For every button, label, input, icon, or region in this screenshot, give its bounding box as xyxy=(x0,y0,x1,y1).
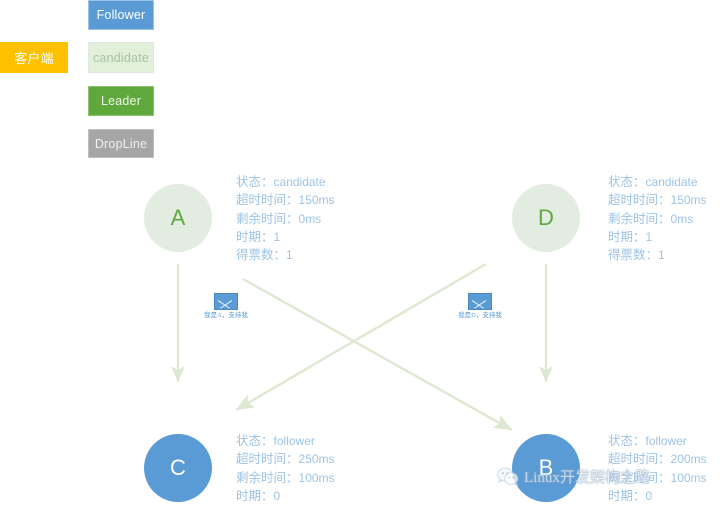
info-a-term-value: 1 xyxy=(273,229,281,244)
info-d-votes-key: 得票数： xyxy=(608,248,659,263)
info-b-timeout: 超时时间：200ms xyxy=(608,450,707,468)
info-c-timeout-value: 250ms xyxy=(298,452,335,467)
info-panel-d: 状态：candidate 超时时间：150ms 剩余时间：0ms 时期：1 得票… xyxy=(608,173,707,264)
node-a-label: A xyxy=(170,205,186,230)
info-panel-b: 状态：follower 超时时间：200ms 剩余时间：100ms 时期：0 xyxy=(608,432,707,505)
info-a-timeout: 超时时间：150ms xyxy=(236,191,335,209)
info-b-remain: 剩余时间：100ms xyxy=(608,469,707,487)
info-b-timeout-value: 200ms xyxy=(670,452,707,467)
diagram-canvas: 客户端 Follower candidate Leader DropLine A… xyxy=(0,0,720,510)
info-a-term-key: 时期： xyxy=(236,229,274,244)
message-marker-a: 我是A，支持我 xyxy=(196,293,256,320)
info-d-state-key: 状态： xyxy=(608,175,646,189)
info-d-timeout-value: 150ms xyxy=(670,193,707,208)
message-marker-d: 我是D，支持我 xyxy=(450,293,510,320)
envelope-icon xyxy=(214,293,238,310)
node-a[interactable]: A xyxy=(144,184,212,252)
info-c-remain: 剩余时间：100ms xyxy=(236,469,335,487)
info-a-timeout-value: 150ms xyxy=(298,193,335,208)
envelope-icon xyxy=(468,293,492,310)
node-d-label: D xyxy=(538,205,554,230)
info-a-state-value: candidate xyxy=(273,175,326,189)
info-d-votes-value: 1 xyxy=(658,248,665,263)
info-b-term-key: 时期： xyxy=(608,488,646,503)
info-a-state-key: 状态： xyxy=(236,175,274,189)
node-c-label: C xyxy=(170,455,186,480)
info-d-votes: 得票数：1 xyxy=(608,246,707,264)
info-c-state-key: 状态： xyxy=(236,434,274,448)
info-d-timeout: 超时时间：150ms xyxy=(608,191,707,209)
info-d-remain-value: 0ms xyxy=(670,211,694,226)
info-c-remain-value: 100ms xyxy=(298,470,335,485)
info-d-term: 时期：1 xyxy=(608,228,707,246)
info-d-state-value: candidate xyxy=(645,175,698,189)
info-a-term: 时期：1 xyxy=(236,228,335,246)
info-a-remain-key: 剩余时间： xyxy=(236,211,299,226)
info-b-term-value: 0 xyxy=(645,488,653,503)
node-b[interactable]: B xyxy=(512,434,580,502)
arrow-d-to-c xyxy=(235,262,487,412)
node-c[interactable]: C xyxy=(144,434,212,502)
info-c-term-value: 0 xyxy=(273,488,281,503)
info-b-remain-key: 剩余时间： xyxy=(608,470,671,485)
info-b-state: 状态：follower xyxy=(608,432,707,450)
info-d-term-key: 时期： xyxy=(608,229,646,244)
info-a-remain-value: 0ms xyxy=(298,211,322,226)
info-b-timeout-key: 超时时间： xyxy=(608,452,671,467)
info-a-votes-key: 得票数： xyxy=(236,248,287,263)
message-label-a: 我是A，支持我 xyxy=(204,312,248,319)
info-d-remain: 剩余时间：0ms xyxy=(608,210,707,228)
info-c-timeout: 超时时间：250ms xyxy=(236,450,335,468)
info-b-state-key: 状态： xyxy=(608,434,646,448)
info-c-term-key: 时期： xyxy=(236,488,274,503)
info-b-remain-value: 100ms xyxy=(670,470,707,485)
info-d-term-value: 1 xyxy=(645,229,653,244)
info-c-term: 时期：0 xyxy=(236,487,335,505)
node-b-label: B xyxy=(538,455,554,480)
info-a-state: 状态：candidate xyxy=(236,173,335,191)
info-panel-c: 状态：follower 超时时间：250ms 剩余时间：100ms 时期：0 xyxy=(236,432,335,505)
message-label-d: 我是D，支持我 xyxy=(458,312,502,319)
info-b-term: 时期：0 xyxy=(608,487,707,505)
info-a-timeout-key: 超时时间： xyxy=(236,193,299,208)
info-a-remain: 剩余时间：0ms xyxy=(236,210,335,228)
info-a-votes-value: 1 xyxy=(286,248,293,263)
node-d[interactable]: D xyxy=(512,184,580,252)
info-c-state: 状态：follower xyxy=(236,432,335,450)
info-panel-a: 状态：candidate 超时时间：150ms 剩余时间：0ms 时期：1 得票… xyxy=(236,173,335,264)
info-c-timeout-key: 超时时间： xyxy=(236,452,299,467)
info-c-state-value: follower xyxy=(273,434,315,448)
info-a-votes: 得票数：1 xyxy=(236,246,335,264)
info-c-remain-key: 剩余时间： xyxy=(236,470,299,485)
info-d-timeout-key: 超时时间： xyxy=(608,193,671,208)
info-d-state: 状态：candidate xyxy=(608,173,707,191)
info-b-state-value: follower xyxy=(645,434,687,448)
info-d-remain-key: 剩余时间： xyxy=(608,211,671,226)
